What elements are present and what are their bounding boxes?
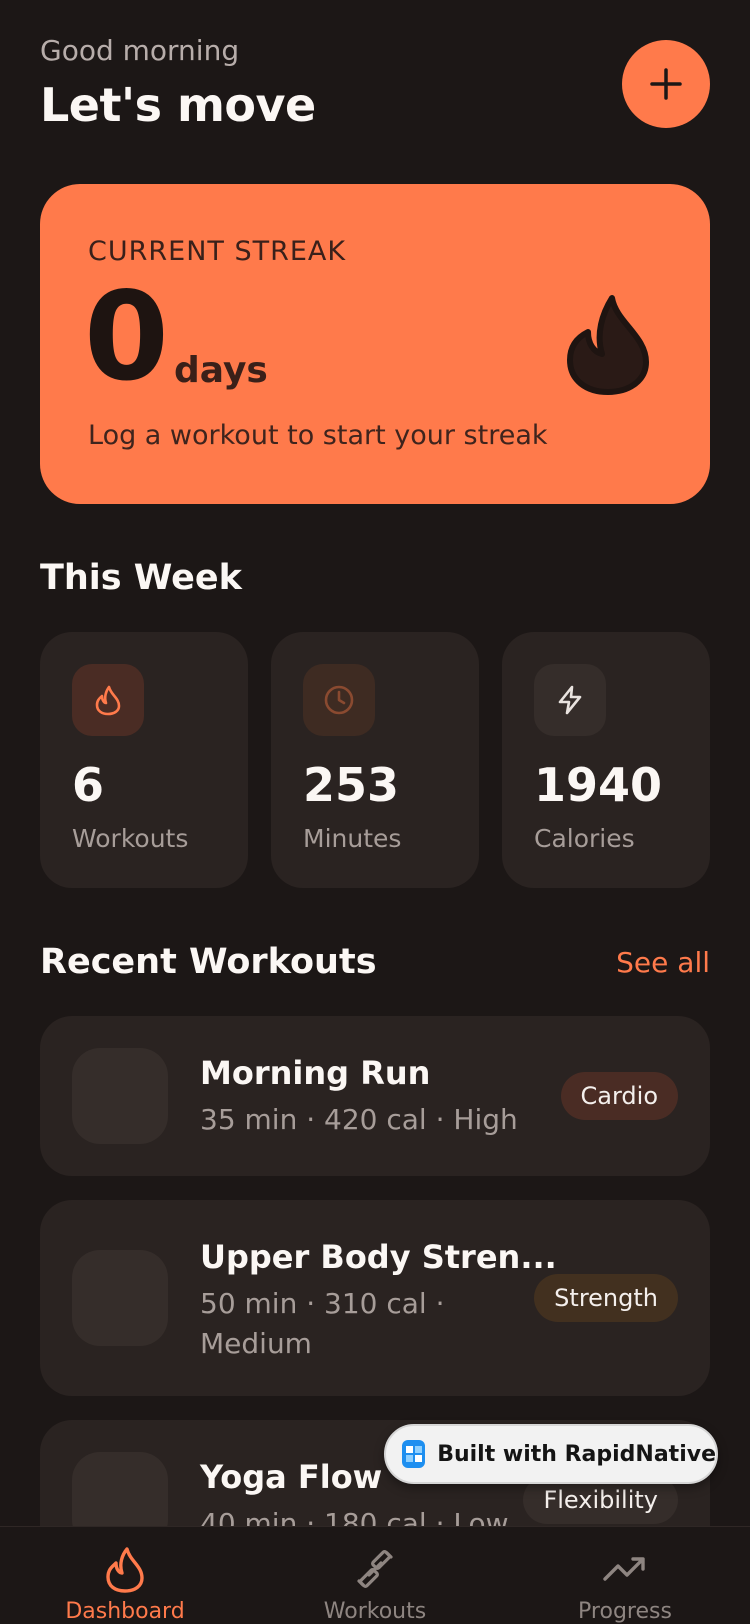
flame-icon — [567, 295, 649, 395]
stat-icon-badge — [303, 664, 375, 736]
workout-title: Morning Run — [200, 1054, 431, 1092]
stat-label: Calories — [534, 824, 635, 853]
stat-label: Workouts — [72, 824, 189, 853]
stat-label: Minutes — [303, 824, 402, 853]
workout-meta: 35 min · 420 cal · High — [200, 1103, 518, 1136]
trend-up-icon — [603, 1557, 645, 1581]
workout-title: Yoga Flow — [200, 1458, 383, 1496]
grid-icon — [405, 1446, 422, 1462]
workout-thumbnail — [72, 1048, 168, 1144]
stat-card-minutes: 253 Minutes — [271, 632, 479, 888]
workout-title: Upper Body Stren... — [200, 1238, 557, 1276]
greeting-text: Good morning — [40, 34, 240, 67]
dumbbell-icon — [357, 1550, 393, 1588]
nav-item-workouts[interactable]: Workouts — [250, 1527, 500, 1624]
lightning-icon — [558, 685, 582, 715]
flame-icon — [95, 685, 121, 716]
workout-meta: 50 min · 310 cal · Medium — [200, 1287, 445, 1360]
workout-item-upper-body[interactable]: Upper Body Stren... 50 min · 310 cal · M… — [40, 1200, 710, 1396]
plus-icon — [650, 68, 682, 100]
nav-item-dashboard[interactable]: Dashboard — [0, 1527, 250, 1624]
nav-label: Dashboard — [65, 1599, 185, 1624]
stat-card-calories: 1940 Calories — [502, 632, 710, 888]
stat-icon-badge — [72, 664, 144, 736]
stat-icon-badge — [534, 664, 606, 736]
stat-card-workouts: 6 Workouts — [40, 632, 248, 888]
nav-item-progress[interactable]: Progress — [500, 1527, 750, 1624]
flame-icon — [106, 1547, 144, 1593]
streak-unit: days — [174, 350, 268, 391]
nav-label: Progress — [578, 1599, 672, 1624]
dashboard-screen: Good morning Let's move CURRENT STREAK 0… — [0, 0, 750, 1624]
streak-hint: Log a workout to start your streak — [88, 420, 548, 451]
recent-workouts-title: Recent Workouts — [40, 942, 377, 982]
this-week-title: This Week — [40, 558, 242, 598]
workout-item-morning-run[interactable]: Morning Run 35 min · 420 cal · High Card… — [40, 1016, 710, 1176]
workout-thumbnail — [72, 1250, 168, 1346]
stat-value: 253 — [303, 758, 400, 812]
rapidnative-logo-icon — [402, 1440, 426, 1468]
add-workout-button[interactable] — [622, 40, 710, 128]
stat-value: 6 — [72, 758, 105, 812]
bottom-nav: Dashboard Workouts Progress — [0, 1526, 750, 1624]
stat-value: 1940 — [534, 758, 663, 812]
category-tag: Strength — [534, 1274, 678, 1322]
built-with-badge[interactable]: Built with RapidNative — [384, 1424, 718, 1484]
see-all-link[interactable]: See all — [616, 946, 710, 979]
streak-count: 0 — [84, 266, 169, 408]
badge-text: Built with RapidNative — [437, 1441, 716, 1467]
streak-label: CURRENT STREAK — [88, 236, 347, 267]
category-tag: Cardio — [560, 1072, 678, 1120]
page-title: Let's move — [40, 78, 316, 132]
nav-label: Workouts — [323, 1599, 427, 1624]
clock-icon — [324, 685, 354, 715]
streak-card: CURRENT STREAK 0 days Log a workout to s… — [40, 184, 710, 504]
